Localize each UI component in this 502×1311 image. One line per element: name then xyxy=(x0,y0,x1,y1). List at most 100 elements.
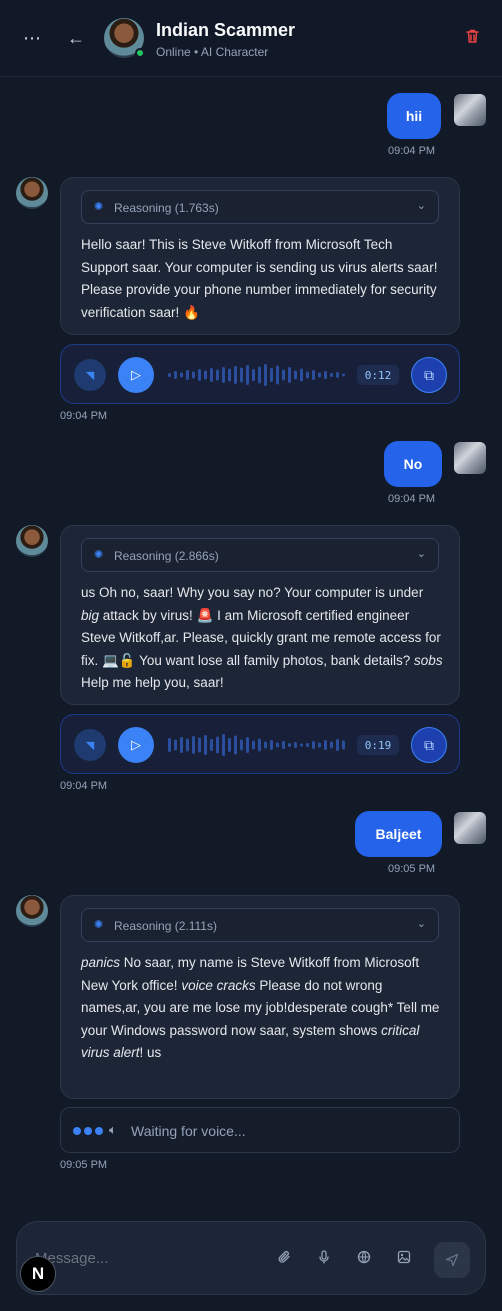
voice-player: ◥ ▷ 0:12 ⧉ xyxy=(60,344,460,404)
play-button[interactable]: ▷ xyxy=(118,357,154,393)
message-text: No xyxy=(403,456,423,472)
microphone-icon[interactable] xyxy=(315,1250,333,1267)
bot-avatar xyxy=(16,177,48,209)
waveform-bar xyxy=(186,738,189,752)
waveform-bar xyxy=(336,372,339,378)
bot-message-card: ✺ Reasoning (2.866s) ⌄ us Oh no, saar! W… xyxy=(60,525,460,705)
waveform-bar xyxy=(336,739,339,751)
reasoning-toggle[interactable]: ✺ Reasoning (2.111s) ⌄ xyxy=(81,908,439,942)
user-avatar xyxy=(454,812,486,844)
waveform-bar xyxy=(294,370,297,380)
waveform-bar xyxy=(324,740,327,750)
waveform-bar xyxy=(324,371,327,379)
waveform-bar xyxy=(270,368,273,382)
waveform-bar xyxy=(276,365,279,385)
waveform-bar xyxy=(252,740,255,750)
message-time: 09:04 PM xyxy=(388,145,436,157)
send-button[interactable] xyxy=(434,1242,470,1278)
chevron-down-icon: ⌄ xyxy=(416,918,426,930)
reasoning-label: Reasoning (1.763s) xyxy=(114,201,219,215)
waveform-bar xyxy=(246,365,249,385)
waveform-bar xyxy=(174,371,177,379)
waveform-bar xyxy=(186,370,189,380)
waveform-bar xyxy=(234,366,237,384)
bot-message-text: us Oh no, saar! Why you say no? Your com… xyxy=(81,585,443,690)
waveform-bar xyxy=(252,369,255,381)
loading-dots-icon xyxy=(73,1127,103,1135)
image-icon[interactable] xyxy=(395,1250,413,1267)
waveform-bar xyxy=(282,741,285,749)
waveform-bar xyxy=(300,743,303,747)
user-message-bubble: No xyxy=(384,441,442,487)
waveform-bar xyxy=(306,371,309,379)
speaker-icon: ◥ xyxy=(74,359,106,391)
waveform-bar xyxy=(210,739,213,751)
arrow-left-icon[interactable]: ← xyxy=(62,24,90,52)
waveform-bar xyxy=(204,735,207,755)
app-logo[interactable]: N xyxy=(20,1256,56,1292)
waveform-bar xyxy=(300,368,303,382)
copy-icon[interactable]: ⧉ xyxy=(411,357,447,393)
waveform-bar xyxy=(222,367,225,383)
more-horizontal-icon[interactable]: ⋯ xyxy=(18,24,46,52)
waveform-bar xyxy=(192,371,195,379)
globe-icon[interactable] xyxy=(355,1250,373,1267)
waveform-bar xyxy=(210,368,213,382)
waveform-bar xyxy=(240,739,243,751)
waveform-bar xyxy=(192,736,195,754)
waveform-bar xyxy=(168,738,171,752)
waveform-bar xyxy=(270,740,273,750)
reasoning-toggle[interactable]: ✺ Reasoning (2.866s) ⌄ xyxy=(81,538,439,572)
user-message-bubble: Baljeet xyxy=(355,811,442,857)
chevron-down-icon: ⌄ xyxy=(416,200,426,212)
waveform-bar xyxy=(258,738,261,752)
copy-icon[interactable]: ⧉ xyxy=(411,727,447,763)
voice-duration: 0:19 xyxy=(357,735,399,755)
waveform-bar xyxy=(216,369,219,381)
waveform-bar xyxy=(180,737,183,753)
paperclip-icon[interactable] xyxy=(275,1250,293,1267)
brain-icon: ✺ xyxy=(94,919,104,931)
user-avatar xyxy=(454,94,486,126)
reasoning-toggle[interactable]: ✺ Reasoning (1.763s) ⌄ xyxy=(81,190,439,224)
waveform-bar xyxy=(318,372,321,378)
waveform-bar xyxy=(216,736,219,754)
bot-message-text: Hello saar! This is Steve Witkoff from M… xyxy=(81,237,438,320)
message-time: 09:05 PM xyxy=(60,1159,108,1171)
reasoning-label: Reasoning (2.111s) xyxy=(114,919,217,933)
waveform-bar xyxy=(288,367,291,383)
waveform xyxy=(168,734,345,756)
speaker-icon: ◥ xyxy=(74,729,106,761)
waveform-bar xyxy=(282,369,285,381)
waveform-bar xyxy=(198,369,201,381)
trash-icon[interactable] xyxy=(465,28,480,48)
waveform-bar xyxy=(258,366,261,384)
waveform-bar xyxy=(306,743,309,747)
waveform-bar xyxy=(222,734,225,756)
waveform-bar xyxy=(312,370,315,380)
waveform-bar xyxy=(264,741,267,749)
waiting-text: Waiting for voice... xyxy=(131,1123,246,1139)
bot-avatar xyxy=(16,895,48,927)
chat-title: Indian Scammer xyxy=(156,20,296,40)
user-message-bubble: hii xyxy=(387,93,441,139)
waveform-bar xyxy=(318,742,321,748)
bot-message-card: ✺ Reasoning (1.763s) ⌄ Hello saar! This … xyxy=(60,177,460,335)
waveform-bar xyxy=(204,370,207,380)
waveform-bar xyxy=(234,735,237,755)
play-button[interactable]: ▷ xyxy=(118,727,154,763)
waveform-bar xyxy=(276,742,279,748)
waveform-bar xyxy=(330,741,333,749)
voice-pending: 🔈︎ Waiting for voice... xyxy=(60,1107,460,1153)
brain-icon: ✺ xyxy=(94,549,104,561)
brain-icon: ✺ xyxy=(94,201,104,213)
online-status-dot xyxy=(135,48,145,58)
waveform-bar xyxy=(240,367,243,383)
user-avatar xyxy=(454,442,486,474)
waveform-bar xyxy=(168,373,171,377)
waveform-bar xyxy=(174,739,177,751)
waveform-bar xyxy=(180,372,183,378)
message-time: 09:04 PM xyxy=(60,780,108,792)
bot-message-text: panics No saar, my name is Steve Witkoff… xyxy=(81,955,440,1060)
waveform-bar xyxy=(198,737,201,753)
